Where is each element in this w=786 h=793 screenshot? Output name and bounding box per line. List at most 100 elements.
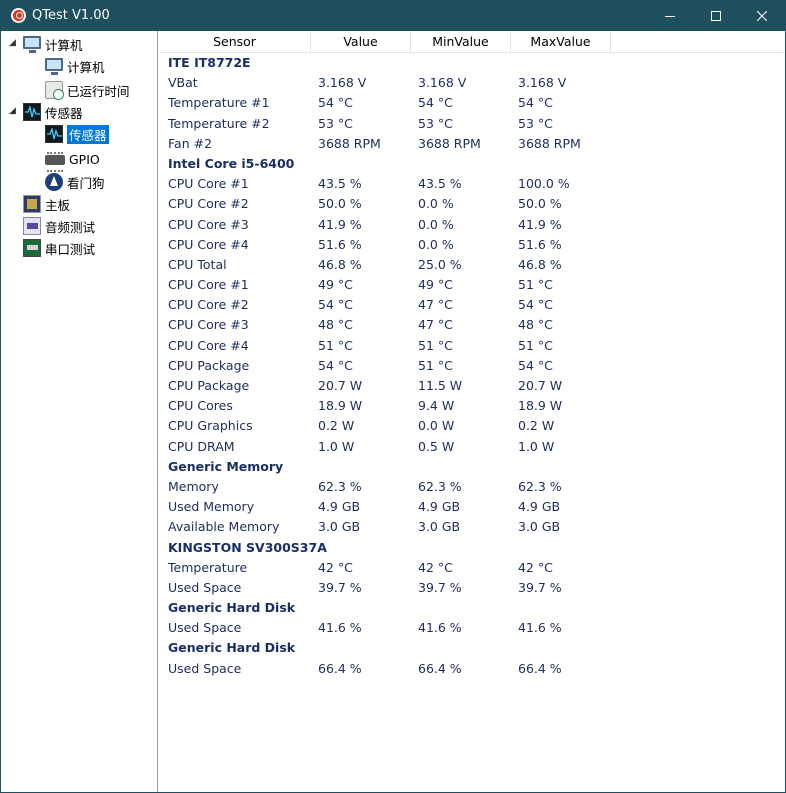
minimize-button[interactable] bbox=[647, 1, 693, 31]
table-row[interactable]: Used Space 41.6 % 41.6 % 41.6 % bbox=[159, 618, 785, 638]
tree-node-computer-info[interactable]: 计算机 bbox=[45, 56, 105, 76]
serial-port-icon bbox=[23, 239, 41, 257]
tree-node-watchdog[interactable]: 看门狗 bbox=[45, 172, 105, 192]
min-value-cell: 39.7 % bbox=[418, 579, 462, 595]
table-row[interactable]: CPU Core #1 43.5 % 43.5 % 100.0 % bbox=[159, 174, 785, 194]
value-cell: 41.6 % bbox=[318, 620, 362, 636]
table-group-row[interactable]: KINGSTON SV300S37A bbox=[159, 538, 785, 558]
sensor-cell: CPU Package bbox=[168, 378, 250, 393]
max-value-cell: 41.6 % bbox=[518, 620, 562, 636]
min-value-cell: 51 °C bbox=[418, 357, 453, 373]
column-header-minvalue[interactable]: MinValue bbox=[411, 31, 511, 53]
maximize-button[interactable] bbox=[693, 1, 739, 31]
value-cell: 48 °C bbox=[318, 317, 353, 333]
tree-label-selected: 传感器 bbox=[67, 124, 109, 144]
table-row[interactable]: CPU Package 20.7 W 11.5 W 20.7 W bbox=[159, 376, 785, 396]
max-value-cell: 39.7 % bbox=[518, 579, 562, 595]
max-value-cell: 54 °C bbox=[518, 95, 553, 111]
close-button[interactable] bbox=[739, 1, 785, 31]
min-value-cell: 47 °C bbox=[418, 297, 453, 313]
value-cell: 43.5 % bbox=[318, 176, 362, 192]
column-header-sensor[interactable]: Sensor bbox=[159, 31, 311, 53]
sensor-cell: CPU Total bbox=[168, 256, 227, 272]
column-header-value[interactable]: Value bbox=[311, 31, 411, 53]
tree-label: 传感器 bbox=[45, 105, 83, 121]
max-value-cell: 54 °C bbox=[518, 297, 553, 313]
table-row[interactable]: CPU Graphics 0.2 W 0.0 W 0.2 W bbox=[159, 416, 785, 436]
min-value-cell: 54 °C bbox=[418, 95, 453, 111]
sensor-cell: Fan #2 bbox=[168, 135, 213, 151]
tree-label: 音频测试 bbox=[45, 219, 96, 235]
table-group-row[interactable]: Generic Memory bbox=[159, 457, 785, 477]
table-group-row[interactable]: Generic Hard Disk bbox=[159, 638, 785, 658]
expand-arrow-icon[interactable]: ◢ bbox=[9, 106, 16, 116]
tree-label: 串口测试 bbox=[45, 241, 96, 257]
table-row[interactable]: VBat 3.168 V 3.168 V 3.168 V bbox=[159, 73, 785, 93]
tree-node-serial-test[interactable]: 串口测试 bbox=[23, 238, 95, 258]
max-value-cell: 0.2 W bbox=[518, 418, 555, 434]
table-row[interactable]: Memory 62.3 % 62.3 % 62.3 % bbox=[159, 477, 785, 497]
table-row[interactable]: Temperature #2 53 °C 53 °C 53 °C bbox=[159, 114, 785, 134]
min-value-cell: 3.168 V bbox=[418, 75, 467, 91]
table-row[interactable]: CPU Cores 18.9 W 9.4 W 18.9 W bbox=[159, 396, 785, 416]
table-row[interactable]: CPU Package 54 °C 51 °C 54 °C bbox=[159, 356, 785, 376]
mainboard-icon bbox=[23, 195, 41, 213]
min-value-cell: 41.6 % bbox=[418, 620, 462, 636]
max-value-cell: 41.9 % bbox=[518, 216, 562, 232]
sensor-table[interactable]: Sensor Value MinValue MaxValue ITE IT877… bbox=[159, 31, 785, 792]
value-cell: 0.2 W bbox=[318, 418, 355, 434]
table-group-row[interactable]: Generic Hard Disk bbox=[159, 598, 785, 618]
column-header-maxvalue[interactable]: MaxValue bbox=[511, 31, 611, 53]
table-row[interactable]: CPU Core #1 49 °C 49 °C 51 °C bbox=[159, 275, 785, 295]
table-row[interactable]: CPU Core #3 48 °C 47 °C 48 °C bbox=[159, 315, 785, 335]
value-cell: 39.7 % bbox=[318, 579, 362, 595]
table-row[interactable]: CPU Core #2 50.0 % 0.0 % 50.0 % bbox=[159, 194, 785, 214]
min-value-cell: 43.5 % bbox=[418, 176, 462, 192]
table-row[interactable]: Used Space 39.7 % 39.7 % 39.7 % bbox=[159, 578, 785, 598]
table-group-row[interactable]: ITE IT8772E bbox=[159, 53, 785, 73]
table-group-row[interactable]: Intel Core i5-6400 bbox=[159, 154, 785, 174]
main-window: QTest V1.00 ◢ 计算机 计算机 已运行时间 ◢ 传感器 传感器 GP… bbox=[0, 0, 786, 793]
title-bar[interactable]: QTest V1.00 bbox=[1, 1, 785, 31]
tree-node-uptime[interactable]: 已运行时间 bbox=[45, 80, 130, 100]
max-value-cell: 3688 RPM bbox=[518, 135, 581, 151]
table-row[interactable]: CPU Core #2 54 °C 47 °C 54 °C bbox=[159, 295, 785, 315]
table-row[interactable]: CPU Core #4 51 °C 51 °C 51 °C bbox=[159, 336, 785, 356]
table-row[interactable]: CPU Core #4 51.6 % 0.0 % 51.6 % bbox=[159, 235, 785, 255]
tree-node-computer[interactable]: ◢ 计算机 bbox=[9, 34, 83, 54]
table-row[interactable]: CPU Total 46.8 % 25.0 % 46.8 % bbox=[159, 255, 785, 275]
table-row[interactable]: Temperature 42 °C 42 °C 42 °C bbox=[159, 558, 785, 578]
tree-node-gpio[interactable]: GPIO bbox=[45, 149, 100, 172]
tree-node-mainboard[interactable]: 主板 bbox=[23, 194, 70, 214]
table-row[interactable]: Used Space 66.4 % 66.4 % 66.4 % bbox=[159, 659, 785, 679]
min-value-cell: 0.0 W bbox=[418, 418, 455, 434]
table-row[interactable]: CPU Core #3 41.9 % 0.0 % 41.9 % bbox=[159, 215, 785, 235]
table-row[interactable]: CPU DRAM 1.0 W 0.5 W 1.0 W bbox=[159, 437, 785, 457]
tree-label: 主板 bbox=[45, 197, 71, 213]
min-value-cell: 9.4 W bbox=[418, 398, 455, 414]
navigation-tree[interactable]: ◢ 计算机 计算机 已运行时间 ◢ 传感器 传感器 GPIO 看门狗 主板 音频… bbox=[1, 31, 158, 792]
min-value-cell: 11.5 W bbox=[418, 378, 463, 393]
value-cell: 54 °C bbox=[318, 297, 353, 313]
value-cell: 54 °C bbox=[318, 95, 353, 111]
table-row[interactable]: Available Memory 3.0 GB 3.0 GB 3.0 GB bbox=[159, 517, 785, 537]
window-title: QTest V1.00 bbox=[32, 8, 110, 23]
expand-arrow-icon[interactable]: ◢ bbox=[9, 38, 16, 48]
sensor-cell: CPU Core #1 bbox=[168, 277, 249, 293]
table-row[interactable]: Fan #2 3688 RPM 3688 RPM 3688 RPM bbox=[159, 134, 785, 154]
group-label: KINGSTON SV300S37A bbox=[168, 539, 327, 555]
sensor-cell: CPU Core #2 bbox=[168, 196, 249, 212]
table-row[interactable]: Used Memory 4.9 GB 4.9 GB 4.9 GB bbox=[159, 497, 785, 517]
sensor-cell: CPU Graphics bbox=[168, 418, 253, 434]
sensor-cell: CPU Core #2 bbox=[168, 297, 249, 313]
table-row[interactable]: Temperature #1 54 °C 54 °C 54 °C bbox=[159, 93, 785, 113]
min-value-cell: 3688 RPM bbox=[418, 135, 481, 151]
tree-node-sensors[interactable]: ◢ 传感器 bbox=[9, 102, 83, 122]
value-cell: 3688 RPM bbox=[318, 135, 381, 151]
sensor-cell: Available Memory bbox=[168, 519, 280, 535]
sensor-cell: Used Space bbox=[168, 620, 242, 636]
min-value-cell: 4.9 GB bbox=[418, 499, 461, 515]
tree-node-audio-test[interactable]: 音频测试 bbox=[23, 216, 95, 236]
tree-node-sensors-selected[interactable]: 传感器 bbox=[45, 124, 109, 144]
value-cell: 46.8 % bbox=[318, 256, 362, 272]
